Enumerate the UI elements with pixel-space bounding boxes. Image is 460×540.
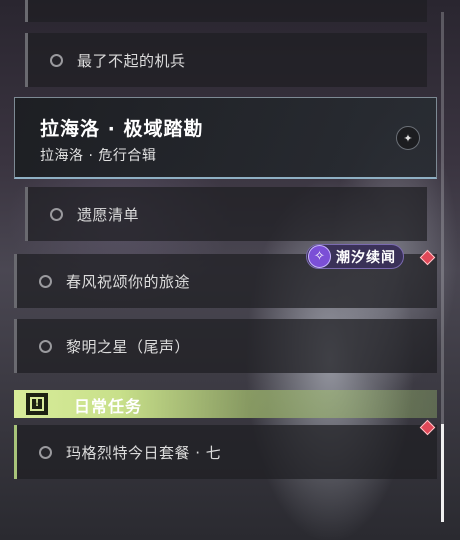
quest-item-partial[interactable] [25, 0, 427, 22]
chapter-subtitle: 拉海洛 · 危行合辑 [40, 148, 157, 164]
quest-status-circle-icon [39, 339, 52, 353]
event-badge[interactable]: ✧ 潮汐续闻 [306, 244, 404, 269]
quest-item[interactable]: 玛格烈特今日套餐 · 七 [14, 425, 437, 479]
quest-label: 黎明之星（尾声） [66, 337, 191, 356]
quest-item[interactable]: 最了不起的机兵 [25, 33, 427, 87]
chapter-header-card[interactable]: 拉海洛 · 极域踏勘 拉海洛 · 危行合辑 ✦ [14, 97, 437, 179]
quest-label: 最了不起的机兵 [77, 51, 186, 70]
quest-status-circle-icon [50, 207, 63, 221]
quest-item[interactable]: 遗愿清单 [25, 187, 427, 241]
event-badge-label: 潮汐续闻 [336, 249, 396, 266]
quest-item[interactable]: 黎明之星（尾声） [14, 319, 437, 373]
quest-status-circle-icon [39, 445, 52, 459]
scrollbar-thumb[interactable] [441, 424, 444, 522]
chapter-title: 拉海洛 · 极域踏勘 [40, 118, 204, 140]
quest-label: 遗愿清单 [77, 205, 140, 224]
quest-label: 玛格烈特今日套餐 · 七 [66, 443, 222, 462]
daily-tasks-label: 日常任务 [74, 397, 143, 416]
star-compass-icon: ✦ [396, 126, 420, 150]
tidal-swirl-icon: ✧ [308, 245, 331, 268]
quest-status-circle-icon [50, 53, 63, 67]
quest-label: 春风祝颂你的旅途 [66, 272, 191, 291]
daily-tasks-header[interactable]: ! 日常任务 [14, 390, 437, 418]
exclamation-icon: ! [26, 393, 48, 415]
quest-status-circle-icon [39, 274, 52, 288]
